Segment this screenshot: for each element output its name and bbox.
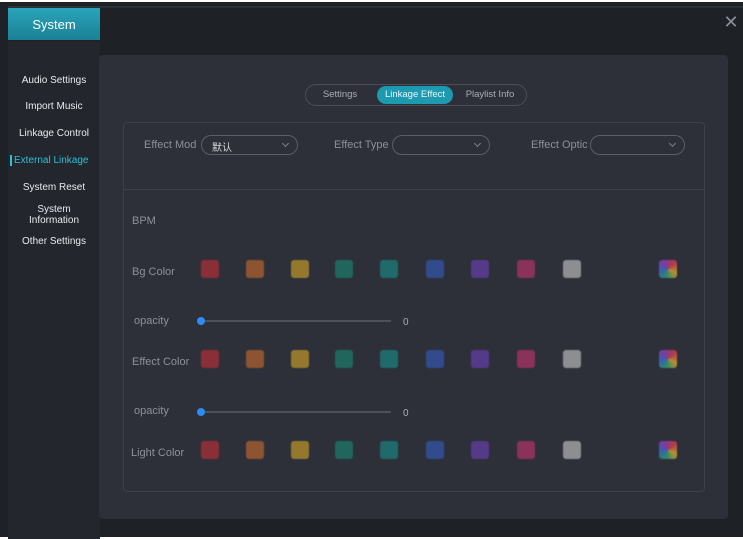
bg-color-swatch[interactable]	[246, 260, 264, 278]
bg-color-swatch[interactable]	[517, 260, 535, 278]
effect-type-label: Effect Type	[334, 139, 389, 151]
sidebar-item-system-reset[interactable]: System Reset	[8, 182, 100, 193]
effect-color-swatch[interactable]	[291, 350, 309, 368]
bg-color-label: Bg Color	[132, 266, 175, 278]
light-color-swatch[interactable]	[380, 441, 398, 459]
tab-playlist-info[interactable]: Playlist Info	[458, 86, 522, 104]
effect-color-label: Effect Color	[132, 356, 190, 368]
section-divider	[124, 189, 704, 190]
color-gradient-icon[interactable]	[659, 350, 677, 368]
light-color-swatch[interactable]	[426, 441, 444, 459]
light-color-swatch[interactable]	[246, 441, 264, 459]
effect-mode-label: Effect Mod	[144, 139, 197, 151]
effect-color-swatch[interactable]	[563, 350, 581, 368]
tab-bar: Settings Linkage Effect Playlist Info	[305, 84, 527, 106]
color-gradient-icon[interactable]	[659, 441, 677, 459]
linkage-effect-content: Effect Mod 默认 Effect Type Effect Optic B…	[123, 122, 705, 492]
window-title: System	[8, 8, 100, 40]
sidebar-item-system-information[interactable]: System Information	[8, 204, 100, 226]
effect-mode-select[interactable]: 默认	[201, 135, 298, 155]
light-color-swatch[interactable]	[563, 441, 581, 459]
sidebar-item-audio-settings[interactable]: Audio Settings	[8, 75, 100, 86]
bg-color-swatch[interactable]	[426, 260, 444, 278]
close-icon[interactable]: ✕	[723, 13, 739, 31]
chevron-down-icon	[281, 139, 290, 148]
effect-opacity-value: 0	[403, 408, 409, 419]
settings-window: System ✕ Audio Settings Import Music Lin…	[0, 0, 743, 539]
chevron-down-icon	[668, 139, 677, 148]
bg-color-swatch[interactable]	[201, 260, 219, 278]
effect-option-label: Effect Optic	[531, 139, 588, 151]
title-bar	[8, 6, 743, 8]
chevron-down-icon	[473, 139, 482, 148]
effect-color-swatch[interactable]	[380, 350, 398, 368]
tab-settings[interactable]: Settings	[312, 86, 368, 104]
bpm-label: BPM	[132, 215, 156, 227]
light-color-swatch[interactable]	[335, 441, 353, 459]
bg-opacity-label: opacity	[134, 315, 169, 327]
effect-mode-value: 默认	[212, 143, 232, 154]
main-panel: Settings Linkage Effect Playlist Info Ef…	[99, 55, 728, 519]
color-gradient-icon[interactable]	[659, 260, 677, 278]
light-color-swatch[interactable]	[517, 441, 535, 459]
light-color-swatch[interactable]	[471, 441, 489, 459]
effect-opacity-slider-thumb[interactable]	[197, 408, 205, 416]
sidebar-item-import-music[interactable]: Import Music	[8, 101, 100, 112]
light-color-swatch[interactable]	[201, 441, 219, 459]
sidebar-item-external-linkage[interactable]: External Linkage	[10, 155, 98, 166]
light-color-label: Light Color	[131, 447, 185, 459]
sidebar-item-other-settings[interactable]: Other Settings	[8, 236, 100, 247]
effect-color-swatch[interactable]	[426, 350, 444, 368]
bg-opacity-slider[interactable]	[197, 317, 391, 325]
bg-color-swatch[interactable]	[380, 260, 398, 278]
effect-option-select[interactable]	[590, 135, 685, 155]
bg-color-swatch[interactable]	[335, 260, 353, 278]
effect-color-swatch[interactable]	[471, 350, 489, 368]
bg-color-swatch[interactable]	[291, 260, 309, 278]
tab-linkage-effect[interactable]: Linkage Effect	[377, 86, 453, 104]
effect-opacity-slider[interactable]	[197, 408, 391, 416]
effect-color-swatch[interactable]	[201, 350, 219, 368]
bg-opacity-slider-thumb[interactable]	[197, 317, 205, 325]
bg-color-swatch[interactable]	[471, 260, 489, 278]
light-color-swatch[interactable]	[291, 441, 309, 459]
sidebar-item-linkage-control[interactable]: Linkage Control	[8, 128, 100, 139]
effect-opacity-label: opacity	[134, 405, 169, 417]
effect-color-swatch[interactable]	[517, 350, 535, 368]
effect-type-select[interactable]	[392, 135, 490, 155]
bg-color-swatch[interactable]	[563, 260, 581, 278]
effect-color-swatch[interactable]	[246, 350, 264, 368]
effect-color-swatch[interactable]	[335, 350, 353, 368]
sidebar: Audio Settings Import Music Linkage Cont…	[8, 42, 100, 539]
bg-opacity-value: 0	[403, 317, 409, 328]
